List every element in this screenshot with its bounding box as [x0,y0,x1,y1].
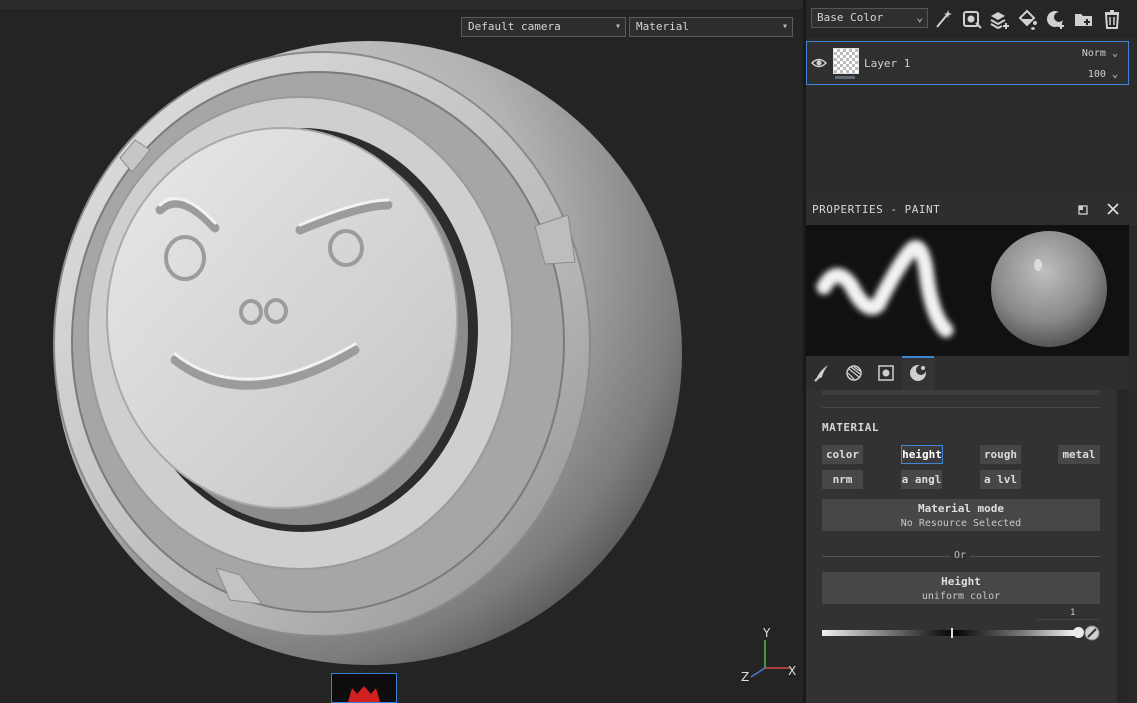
channel-toggle-rough[interactable]: rough [980,445,1021,464]
material-ball-model[interactable] [0,0,803,703]
material-mode-value: No Resource Selected [900,518,1022,529]
layer-name[interactable]: Layer 1 [864,57,910,70]
height-value: uniform color [921,591,1001,602]
stroke-preview [816,240,954,338]
shading-select[interactable]: Material ▾ [629,17,793,37]
opacity-field[interactable]: 100 ⌄ [1088,69,1118,80]
magic-wand-icon[interactable] [933,8,955,30]
channel-toggle-nrm[interactable]: nrm [822,470,863,489]
brush-icon [814,365,828,382]
blend-mode-select[interactable]: Norm ⌄ [1082,48,1118,59]
chevron-down-icon: ⌄ [1111,48,1118,59]
material-settings: MATERIAL color height rough metal nrm a … [806,390,1117,703]
tab-material[interactable] [902,356,934,390]
panel-title: PROPERTIES - PAINT [812,203,941,216]
value-field-underline [1036,619,1100,620]
material-mode-title: Material mode [917,502,1005,515]
tab-alpha[interactable] [838,356,870,390]
layer-mask-indicator [835,76,855,79]
section-title-material: MATERIAL [822,421,879,434]
opacity-value: 100 [1087,69,1106,80]
axis-gizmo[interactable]: Y X Z [735,626,803,688]
channel-toggle-color[interactable]: color [822,445,863,464]
add-effect-icon[interactable] [961,8,983,30]
layer-item[interactable]: Layer 1 Norm ⌄ 100 ⌄ [806,41,1129,85]
section-divider [822,407,1100,408]
properties-scrollbar[interactable] [1117,390,1129,703]
alpha-icon [846,365,862,381]
properties-header: PROPERTIES - PAINT [806,193,1137,225]
close-icon[interactable] [1105,201,1121,217]
material-mode-picker[interactable]: Material mode No Resource Selected [822,499,1100,531]
stencil-icon [878,365,894,381]
3d-viewport[interactable]: Default camera ▾ Material ▾ Y X Z [0,0,803,703]
channel-toggle-a-lvl[interactable]: a lvl [980,470,1021,489]
slider-handle[interactable] [1073,627,1084,638]
layers-toolbar: Base Color ⌄ [806,0,1137,38]
trash-icon[interactable] [1101,8,1123,30]
axis-x-label: X [788,664,797,678]
eye-icon[interactable] [810,55,828,69]
tab-stencil[interactable] [870,356,902,390]
color-picker-icon[interactable] [1084,625,1100,641]
popout-icon[interactable] [1076,202,1090,216]
material-icon [910,365,926,381]
channel-toggle-height[interactable]: height [901,445,943,464]
gradient-midpoint-marker[interactable] [951,628,953,638]
mask-icon[interactable] [1045,8,1067,30]
channel-select-label: Base Color [817,11,884,24]
collapsed-section-bar [822,390,1100,395]
tab-brush[interactable] [806,356,838,390]
axis-z-label: Z [741,670,750,684]
channel-toggle-metal[interactable]: metal [1058,445,1100,464]
camera-select[interactable]: Default camera ▾ [461,17,626,37]
chevron-down-icon: ▾ [781,21,788,32]
height-slider-value[interactable]: 1 [1070,608,1075,618]
channel-select[interactable]: Base Color ⌄ [811,8,928,28]
folder-add-icon[interactable] [1073,8,1095,30]
blend-mode-label: Norm [1081,48,1106,59]
height-gradient-slider[interactable] [822,630,1078,636]
layer-thumbnail [833,48,859,74]
add-layer-icon[interactable] [989,8,1011,30]
or-label: Or [954,550,967,561]
divider-line [970,556,1100,557]
chevron-down-icon: ⌄ [916,11,923,24]
brush-preview [806,225,1129,356]
material-sphere-preview [991,231,1107,347]
fill-layer-icon[interactable] [1017,8,1039,30]
axis-y-label: Y [763,626,771,640]
height-title: Height [941,575,981,588]
channel-toggle-a-angl[interactable]: a angl [901,470,942,489]
chevron-down-icon: ⌄ [1111,69,1118,80]
properties-panel: PROPERTIES - PAINT MATERIAL color height… [806,193,1137,703]
properties-tabs [806,356,1129,390]
height-resource-picker[interactable]: Height uniform color [822,572,1100,604]
shading-select-label: Material [636,20,689,33]
chevron-down-icon: ▾ [614,21,621,32]
camera-select-label: Default camera [468,20,561,33]
divider-line [822,556,950,557]
viewport-thumbnail[interactable] [331,673,397,703]
layers-panel: Base Color ⌄ Layer 1 Norm ⌄ 100 ⌄ [806,0,1137,193]
